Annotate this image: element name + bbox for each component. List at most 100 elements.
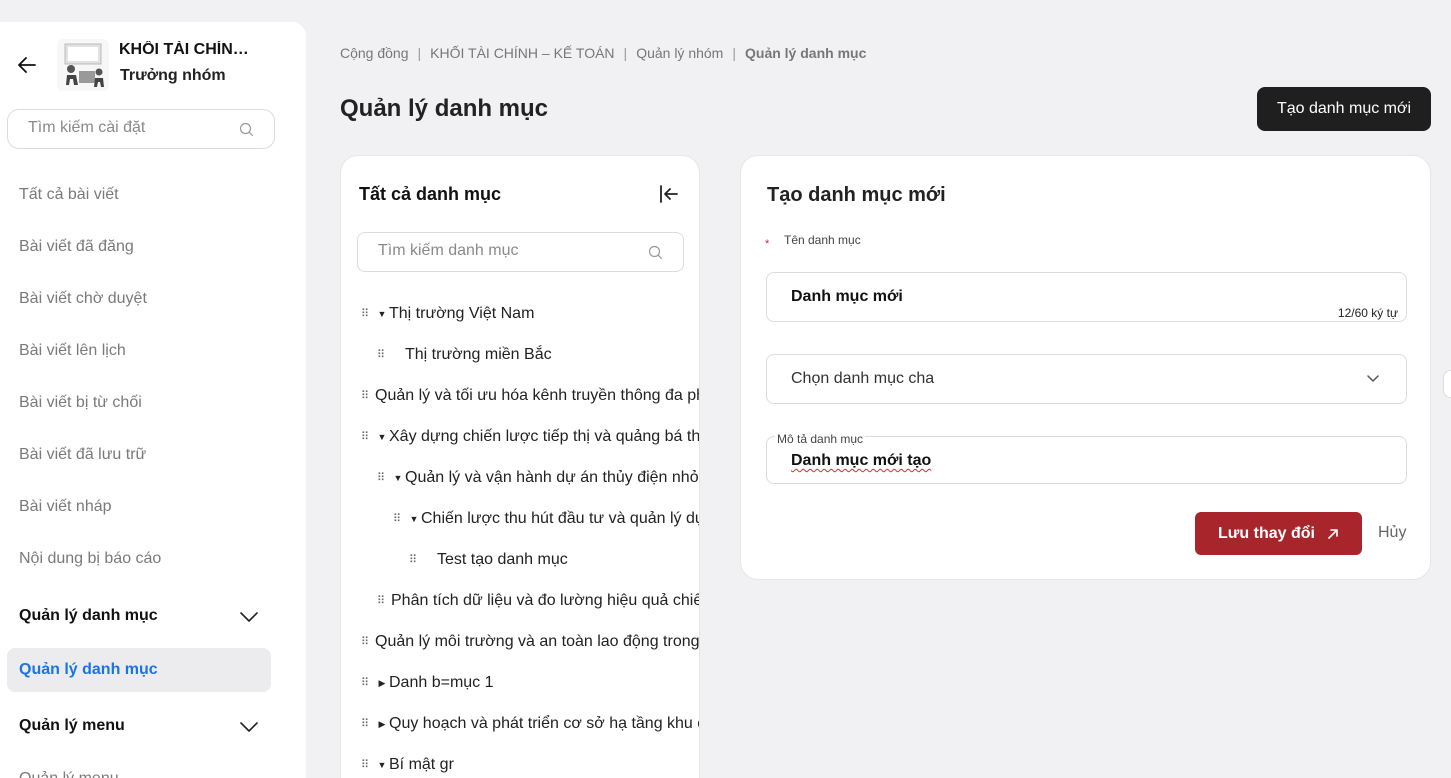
search-icon [239,122,254,137]
collapse-panel-button[interactable] [659,185,679,208]
tree-item[interactable]: ⠿ ▶ Quy hoạch và phát triển cơ sở hạ tầng … [361,712,699,736]
sidebar-item-draft-posts[interactable]: Bài viết nháp [19,498,112,516]
sidebar-item-rejected-posts[interactable]: Bài viết bị từ chối [19,394,142,412]
save-button[interactable]: Lưu thay đổi [1195,512,1362,555]
breadcrumb-separator: | [417,45,422,61]
sidebar: KHỐI TÀI CHÍNH – KẾ TOÁN Trưởng nhóm Tất… [0,22,306,778]
caret-icon[interactable]: ▶ [375,678,389,689]
caret-icon[interactable]: ▼ [375,432,389,442]
sidebar-item-category-management[interactable]: Quản lý danh mục [7,648,271,692]
sidebar-item-archived-posts[interactable]: Bài viết đã lưu trữ [19,446,146,464]
tree-item-label: Bí mật gr [389,756,454,773]
sidebar-item-published-posts[interactable]: Bài viết đã đăng [19,238,134,256]
caret-icon[interactable]: ▼ [391,473,405,483]
breadcrumb-community[interactable]: Cộng đồng [340,45,409,61]
drag-handle-icon[interactable]: ⠿ [361,718,371,730]
save-button-label: Lưu thay đổi [1218,524,1315,542]
search-icon [648,245,663,260]
chevron-down-icon [240,722,258,732]
tree-item-label: Test tạo danh mục [437,551,568,568]
description-field-label: Mô tả danh mục [775,432,866,446]
drag-handle-icon[interactable]: ⠿ [361,431,371,443]
name-field-label: Tên danh mục [784,233,861,247]
sidebar-item-all-posts[interactable]: Tất cả bài viết [19,186,119,204]
tree-item[interactable]: ⠿ ▼ Thị trường Việt Nam [361,302,534,326]
sidebar-header: KHỐI TÀI CHÍNH – KẾ TOÁN Trưởng nhóm [0,22,306,102]
tree-item[interactable]: ⠿ Phân tích dữ liệu và đo lường hiệu quả … [377,589,699,613]
tree-item-label: Thị trường Việt Nam [389,305,535,322]
category-search [357,232,684,272]
drag-handle-icon[interactable]: ⠿ [377,349,387,361]
tree-item-label: Quản lý và tối ưu hóa kênh truyền thông … [375,387,699,404]
panel-resize-handle[interactable] [1443,370,1451,398]
collapse-left-icon [660,185,678,203]
create-panel-title: Tạo danh mục mới [767,184,946,206]
char-counter: 12/60 ký tự [1337,306,1398,320]
drag-handle-icon[interactable]: ⠿ [377,472,387,484]
breadcrumb-group[interactable]: Quản lý nhóm [636,45,723,61]
tree-item-label: Thị trường miền Bắc [405,346,552,363]
drag-handle-icon[interactable]: ⠿ [361,390,371,402]
tree-item[interactable]: ⠿ ▶ Danh b=mục 1 [361,671,494,695]
category-panel-title: Tất cả danh mục [359,184,502,204]
cancel-button[interactable]: Hủy [1378,524,1406,542]
arrow-up-right-icon [1328,528,1338,539]
settings-search [7,109,275,149]
tree-item-label: Chiến lược thu hút đầu tư và quản lý dự … [421,510,700,527]
org-name: KHỐI TÀI CHÍNH – KẾ TOÁN [119,41,259,58]
tree-item-label: Quản lý môi trường và an toàn lao động t… [375,633,700,650]
category-name-field[interactable]: Danh mục mới 12/60 ký tự [766,272,1407,322]
org-role: Trưởng nhóm [120,67,226,84]
tree-item[interactable]: ⠿ Quản lý môi trường và an toàn lao động … [361,630,700,654]
tree-item-label: Quản lý và vận hành dự án thủy điện nhỏ [405,469,699,486]
parent-category-select[interactable]: Chọn danh mục cha [766,354,1407,404]
sidebar-group-category[interactable]: Quản lý danh mục [19,607,259,625]
breadcrumb-separator: | [623,45,628,61]
sidebar-item-menu-management[interactable]: Quản lý menu [19,770,119,778]
caret-icon[interactable]: ▶ [375,719,389,730]
create-category-panel: Tạo danh mục mới * Tên danh mục Danh mục… [740,155,1431,580]
tree-item-label: Danh b=mục 1 [389,674,494,691]
page-title: Quản lý danh mục [340,95,549,122]
create-category-button[interactable]: Tạo danh mục mới [1257,87,1431,131]
tree-item-label: Phân tích dữ liệu và đo lường hiệu quả c… [391,592,699,609]
breadcrumb-current: Quản lý danh mục [745,45,867,61]
drag-handle-icon[interactable]: ⠿ [377,595,387,607]
required-mark: * [765,238,770,250]
tree-item[interactable]: ⠿ Quản lý và tối ưu hóa kênh truyền thông… [361,384,699,408]
caret-icon[interactable]: ▼ [375,760,389,770]
drag-handle-icon[interactable]: ⠿ [393,513,403,525]
sidebar-group-menu[interactable]: Quản lý menu [19,717,259,735]
tree-item[interactable]: ⠿ ▼ Bí mật gr [361,753,454,777]
tree-item[interactable]: ⠿ ▼ Chiến lược thu hút đầu tư và quản lý d… [393,507,700,531]
category-description-value: Danh mục mới tạo [791,452,932,469]
drag-handle-icon[interactable]: ⠿ [361,677,371,689]
category-search-input[interactable] [378,242,628,260]
drag-handle-icon[interactable]: ⠿ [361,636,371,648]
category-panel: Tất cả danh mục ⠿▼Thị trường Việt Nam ⠿T… [340,155,700,778]
tree-item-label: Xây dựng chiến lược tiếp thị và quảng bá… [389,428,700,445]
tree-item[interactable]: ⠿ ▼ Xây dựng chiến lược tiếp thị và quảng … [361,425,700,449]
breadcrumb: Cộng đồng | KHỐI TÀI CHÍNH – KẾ TOÁN | Quản … [340,45,866,61]
sidebar-group-menu-label: Quản lý menu [19,717,125,734]
drag-handle-icon[interactable]: ⠿ [361,308,371,320]
sidebar-item-scheduled-posts[interactable]: Bài viết lên lịch [19,342,126,360]
sidebar-item-category-management-label: Quản lý danh mục [19,661,158,678]
breadcrumb-org[interactable]: KHỐI TÀI CHÍNH – KẾ TOÁN [430,45,614,61]
tree-item[interactable]: ⠿ ▼ Quản lý và vận hành dự án thủy điện nh… [377,466,699,490]
drag-handle-icon[interactable]: ⠿ [409,554,419,566]
sidebar-item-pending-posts[interactable]: Bài viết chờ duyệt [19,290,147,308]
settings-search-input[interactable] [28,119,228,137]
sidebar-item-reported-content[interactable]: Nội dung bị báo cáo [19,550,161,568]
back-button[interactable] [14,52,40,78]
drag-handle-icon[interactable]: ⠿ [361,759,371,771]
breadcrumb-separator: | [732,45,736,61]
caret-icon[interactable]: ▼ [375,309,389,319]
tree-item[interactable]: ⠿ Thị trường miền Bắc [377,343,552,367]
parent-category-placeholder: Chọn danh mục cha [791,370,935,387]
tree-item[interactable]: ⠿ Test tạo danh mục [409,548,568,572]
arrow-left-icon [18,57,36,73]
chevron-down-icon [240,612,258,622]
category-name-value: Danh mục mới [791,288,903,305]
caret-icon[interactable]: ▼ [407,514,421,524]
